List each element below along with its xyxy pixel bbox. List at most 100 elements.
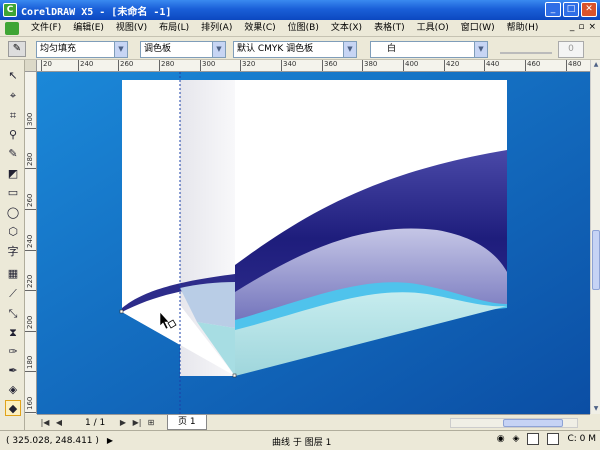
fill-type-select[interactable]: 均匀填充 ▼ [36, 41, 128, 58]
chevron-down-icon[interactable]: ▼ [212, 42, 225, 57]
crop-tool-icon[interactable]: ⌗ [5, 108, 21, 124]
menu-table[interactable]: 表格(T) [368, 20, 411, 37]
fill-swatch[interactable] [527, 433, 540, 445]
menu-help[interactable]: 帮助(H) [501, 20, 545, 37]
horizontal-scrollbar[interactable] [450, 418, 578, 428]
tint-slider[interactable] [500, 44, 552, 54]
color-value: 白 [387, 44, 397, 54]
table-tool-icon[interactable]: ▦ [5, 266, 21, 282]
tint-spinbox[interactable]: 0 [558, 41, 584, 58]
ruler-tick [25, 209, 36, 210]
ruler-corner[interactable] [25, 60, 37, 72]
color-select[interactable]: 白 ▼ [370, 41, 488, 58]
ruler-tick-label: 420 [446, 60, 460, 68]
artwork[interactable] [37, 72, 590, 414]
fill-edit-icon[interactable]: ✎ [8, 40, 26, 57]
horizontal-ruler[interactable]: 20 240 260 280 300 320 340 360 380 400 420 440 460 48… [37, 60, 590, 72]
menu-view[interactable]: 视图(V) [110, 20, 153, 37]
rectangle-tool-icon[interactable]: ▭ [5, 185, 21, 201]
ruler-tick [41, 60, 42, 71]
next-page-icon[interactable]: ▶ [117, 417, 129, 429]
menu-tools[interactable]: 工具(O) [411, 20, 455, 37]
smart-fill-icon[interactable]: ◩ [5, 166, 21, 182]
palette-value: 默认 CMYK 调色板 [237, 44, 314, 54]
fill-tool-icon[interactable]: ◈ [5, 382, 21, 398]
chevron-down-icon[interactable]: ▼ [343, 42, 356, 57]
window-title: CorelDRAW X5 - [未命名 -1] [21, 6, 172, 18]
menu-bar: 文件(F) 编辑(E) 视图(V) 布局(L) 排列(A) 效果(C) 位图(B… [0, 20, 600, 37]
last-page-icon[interactable]: ▶| [131, 417, 143, 429]
pick-tool-icon[interactable]: ↖ [5, 68, 21, 84]
connector-tool-icon[interactable]: ⤡ [5, 306, 21, 322]
drawing-canvas[interactable] [37, 72, 590, 414]
shape-tool-icon[interactable]: ⌖ [5, 88, 21, 104]
freehand-tool-icon[interactable]: ✎ [5, 146, 21, 162]
mdi-restore-icon[interactable]: ▫ [578, 22, 584, 32]
menu-bitmaps[interactable]: 位图(B) [282, 20, 325, 37]
ruler-tick [444, 60, 445, 71]
interactive-fill-icon[interactable]: ◆ [5, 400, 21, 416]
close-button[interactable]: ✕ [581, 2, 597, 17]
page-tab[interactable]: 页 1 [167, 415, 207, 430]
menu-edit[interactable]: 编辑(E) [67, 20, 110, 37]
palette-select[interactable]: 默认 CMYK 调色板 ▼ [233, 41, 357, 58]
ruler-tick-label: 340 [283, 60, 297, 68]
ruler-tick [78, 60, 79, 71]
color-proof-icon[interactable]: ◉ [497, 434, 505, 444]
mdi-minimize-icon[interactable]: _ [570, 22, 575, 32]
ruler-tick-label: 380 [364, 60, 378, 68]
ruler-tick [118, 60, 119, 71]
menu-effects[interactable]: 效果(C) [238, 20, 281, 37]
ruler-tick [200, 60, 201, 71]
mdi-close-icon[interactable]: × [588, 22, 596, 32]
cursor-coordinates: ( 325.028, 248.411 ) [6, 435, 99, 446]
scroll-up-icon[interactable]: ▲ [591, 60, 600, 70]
ruler-tick [25, 412, 36, 413]
ruler-tick [281, 60, 282, 71]
vertical-ruler[interactable]: 300 280 260 240 220 200 180 160 [25, 72, 37, 414]
minimize-button[interactable]: _ [545, 2, 561, 17]
ruler-tick [25, 168, 36, 169]
menu-layout[interactable]: 布局(L) [153, 20, 195, 37]
ellipse-tool-icon[interactable]: ◯ [5, 205, 21, 221]
scroll-down-icon[interactable]: ▼ [591, 404, 600, 414]
first-page-icon[interactable]: |◀ [39, 417, 51, 429]
expand-arrow-icon[interactable]: ▶ [107, 436, 113, 445]
menu-file[interactable]: 文件(F) [25, 20, 67, 37]
ruler-tick [159, 60, 160, 71]
menu-arrange[interactable]: 排列(A) [195, 20, 238, 37]
polygon-tool-icon[interactable]: ⬡ [5, 224, 21, 240]
add-page-icon[interactable]: ⊞ [145, 417, 157, 429]
ruler-tick-label: 240 [26, 234, 34, 248]
ruler-tick [525, 60, 526, 71]
ruler-tick [25, 331, 36, 332]
color-model-select[interactable]: 调色板 ▼ [140, 41, 226, 58]
eyedropper-tool-icon[interactable]: ✑ [5, 344, 21, 360]
vertical-scrollbar[interactable]: ▲ ▼ [590, 60, 600, 414]
ruler-tick [566, 60, 567, 71]
prev-page-icon[interactable]: ◀ [53, 417, 65, 429]
chevron-down-icon[interactable]: ▼ [474, 42, 487, 57]
ruler-tick [403, 60, 404, 71]
blend-tool-icon[interactable]: ⧗ [5, 325, 21, 341]
ruler-tick-label: 280 [26, 152, 34, 166]
ruler-tick-label: 460 [527, 60, 541, 68]
menu-text[interactable]: 文本(X) [325, 20, 368, 37]
ruler-tick [25, 371, 36, 372]
text-tool-icon[interactable]: 字 [5, 244, 21, 260]
vertical-scroll-thumb[interactable] [592, 230, 600, 290]
outline-pen-icon[interactable]: ✒ [5, 363, 21, 379]
ruler-tick-label: 480 [568, 60, 582, 68]
dimension-tool-icon[interactable]: ⟋ [5, 286, 21, 302]
status-bar: ( 325.028, 248.411 ) ▶ 曲线 于 图层 1 ◉ ◈ C: … [0, 430, 600, 450]
maximize-button[interactable]: □ [563, 2, 579, 17]
chevron-down-icon[interactable]: ▼ [114, 42, 127, 57]
ruler-tick [240, 60, 241, 71]
horizontal-scroll-thumb[interactable] [503, 419, 563, 427]
ruler-tick [25, 128, 36, 129]
outline-swatch[interactable] [547, 433, 560, 445]
menu-window[interactable]: 窗口(W) [455, 20, 501, 37]
ruler-tick [25, 290, 36, 291]
zoom-tool-icon[interactable]: ⚲ [5, 127, 21, 143]
ruler-tick-label: 200 [26, 315, 34, 329]
